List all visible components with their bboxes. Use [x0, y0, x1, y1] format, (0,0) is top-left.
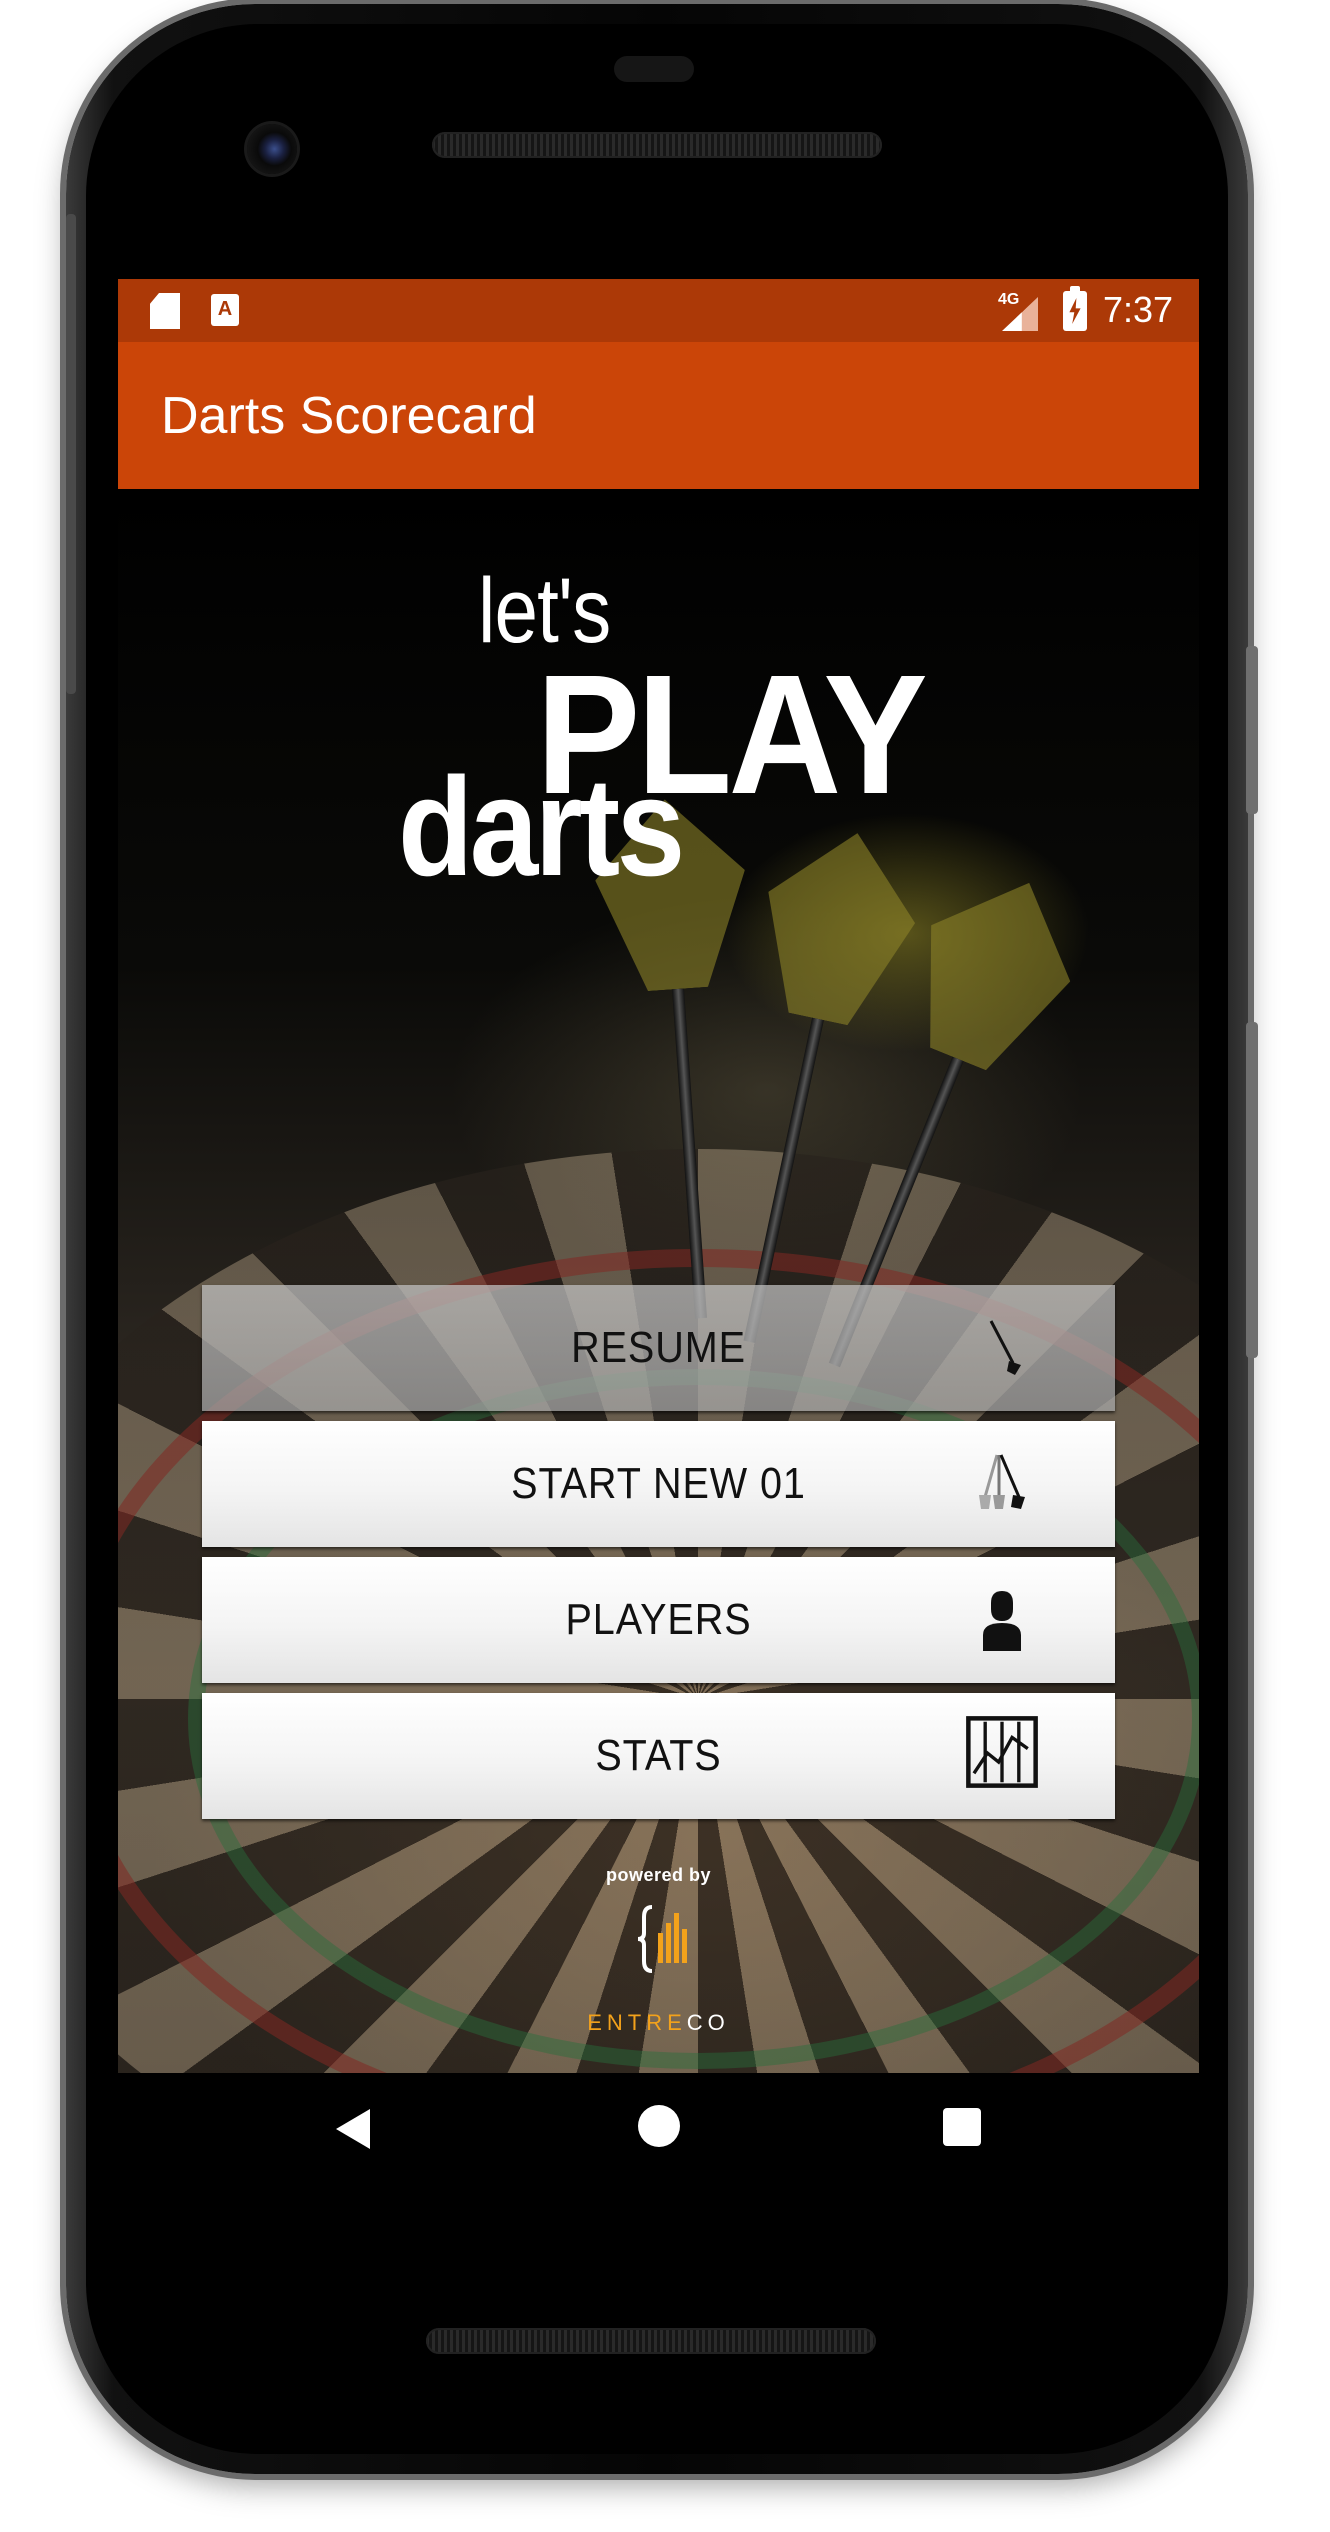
stats-chart-icon	[966, 1716, 1038, 1788]
players-button[interactable]: PLAYERS	[202, 1557, 1115, 1683]
recent-apps-nav-icon[interactable]	[943, 2108, 981, 2146]
stats-button-label: STATS	[595, 1731, 722, 1780]
charging-bolt	[1069, 298, 1081, 324]
network-type: 4G	[998, 291, 1020, 308]
status-time: 7:37	[1103, 289, 1174, 330]
sd-card-icon	[150, 293, 180, 329]
three-darts-icon	[979, 1454, 1025, 1509]
app-title: Darts Scorecard	[161, 387, 537, 445]
logo-darts: darts	[398, 748, 685, 905]
entreco-brand-part2: CO	[686, 2010, 730, 2035]
entreco-brand-part1: ENTRE	[587, 2010, 687, 2035]
single-dart-icon	[989, 1320, 1021, 1375]
entreco-brand: ENTRECO	[118, 2010, 1199, 2036]
main-content: let's PLAY darts RESUME START NEW 01 PLA…	[118, 489, 1199, 2073]
front-camera	[247, 124, 297, 174]
entreco-logo-icon	[637, 1905, 687, 1973]
back-nav-icon[interactable]	[336, 2109, 370, 2149]
players-button-label: PLAYERS	[565, 1595, 752, 1644]
resume-button-label: RESUME	[571, 1323, 746, 1372]
top-speaker-grille	[432, 132, 882, 158]
resume-button[interactable]: RESUME	[202, 1285, 1115, 1411]
start-new-01-button[interactable]: START NEW 01	[202, 1421, 1115, 1547]
person-icon	[983, 1591, 1021, 1651]
app-bar: Darts Scorecard	[118, 342, 1199, 489]
battery-charging-icon	[1063, 286, 1087, 331]
volume-button	[1246, 646, 1258, 814]
stats-button[interactable]: STATS	[202, 1693, 1115, 1819]
notification-a-icon: A	[211, 294, 239, 326]
powered-by-text: powered by	[605, 1865, 712, 1885]
power-button	[1246, 1022, 1258, 1358]
start-new-01-button-label: START NEW 01	[511, 1459, 806, 1508]
bottom-speaker-grille	[426, 2328, 876, 2354]
screen: A 4G 7:37 Darts Scorecard let's PLAY dar…	[118, 279, 1199, 2073]
status-bar: A 4G 7:37	[118, 279, 1199, 342]
earpiece	[614, 56, 694, 82]
navigation-bar	[118, 2073, 1199, 2203]
home-nav-icon[interactable]	[638, 2105, 680, 2147]
left-edge-strip	[66, 214, 76, 694]
